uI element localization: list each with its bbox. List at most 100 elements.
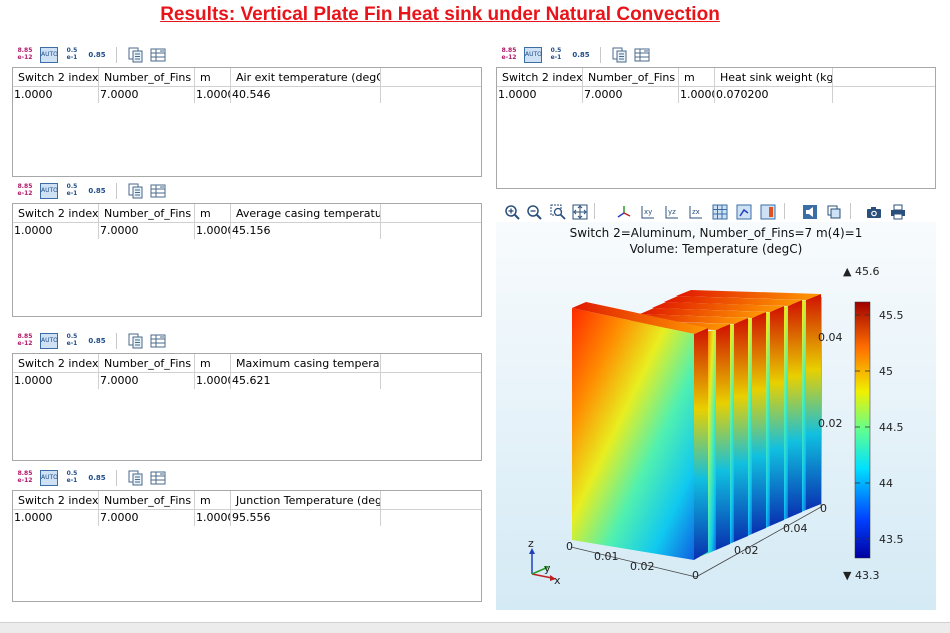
format-button[interactable]: 8.85 e-12 <box>16 47 34 63</box>
table-cell[interactable]: 7.0000 <box>99 373 195 389</box>
engineering-format-button[interactable]: 0.5 e-1 <box>64 47 80 63</box>
column-header[interactable]: Switch 2 index <box>13 204 99 223</box>
column-header[interactable]: Air exit temperature (degC) <box>231 68 381 87</box>
table-options-icon[interactable] <box>150 47 166 63</box>
format-button[interactable]: 8.85 e-12 <box>500 47 518 63</box>
table-options-icon[interactable] <box>150 183 166 199</box>
column-header[interactable]: Number_of_Fins <box>99 491 195 510</box>
zoom-box-icon[interactable] <box>550 204 566 220</box>
table-row[interactable]: 1.0000 7.0000 1.0000 95.556 <box>13 510 481 526</box>
table-cell[interactable]: 7.0000 <box>583 87 679 103</box>
print-icon[interactable] <box>890 204 906 220</box>
column-header[interactable]: Switch 2 index <box>13 68 99 87</box>
yz-view-icon[interactable]: yz <box>664 204 680 220</box>
engineering-format-button[interactable]: 0.5 e-1 <box>64 183 80 199</box>
column-header[interactable]: Number_of_Fins <box>99 68 195 87</box>
table-options-icon[interactable] <box>150 333 166 349</box>
table-cell[interactable]: 1.0000 <box>497 87 583 103</box>
engineering-format-button[interactable]: 0.5 e-1 <box>64 470 80 486</box>
format-button[interactable]: 8.85 e-12 <box>16 333 34 349</box>
table-cell[interactable]: 45.621 <box>231 373 381 389</box>
column-header[interactable]: Switch 2 index <box>497 68 583 87</box>
table-row[interactable]: 1.0000 7.0000 1.0000 45.621 <box>13 373 481 389</box>
auto-format-button[interactable]: AUTO <box>40 333 58 349</box>
table-cell[interactable]: 1.0000 <box>13 510 99 526</box>
svg-text:yz: yz <box>668 208 676 216</box>
table-cell[interactable]: 45.156 <box>231 223 381 239</box>
zoom-extents-icon[interactable] <box>572 204 588 220</box>
table-cell[interactable]: 7.0000 <box>99 87 195 103</box>
default-view-icon[interactable] <box>616 204 632 220</box>
format-button[interactable]: 8.85 e-12 <box>16 183 34 199</box>
camera-icon[interactable] <box>866 204 882 220</box>
table-cell-filler <box>833 87 935 103</box>
precision-button[interactable]: 0.85 <box>88 183 106 199</box>
precision-button[interactable]: 0.85 <box>88 47 106 63</box>
scene-light-icon[interactable] <box>802 204 818 220</box>
table-row[interactable]: 1.0000 7.0000 1.0000 45.156 <box>13 223 481 239</box>
results-table[interactable]: Switch 2 index Number_of_Fins m Heat sink w… <box>496 67 936 189</box>
precision-button[interactable]: 0.85 <box>88 470 106 486</box>
column-header[interactable]: Number_of_Fins <box>99 204 195 223</box>
table-options-icon[interactable] <box>634 47 650 63</box>
colorbar-tick-2: 45 <box>879 365 893 378</box>
table-cell[interactable]: 1.0000 <box>13 87 99 103</box>
table-cell[interactable]: 0.070200 <box>715 87 833 103</box>
results-table[interactable]: Switch 2 index Number_of_Fins m Average cas… <box>12 203 482 317</box>
table-cell[interactable]: 1.0000 <box>195 223 231 239</box>
auto-format-button[interactable]: AUTO <box>40 183 58 199</box>
table-cell[interactable]: 1.0000 <box>13 373 99 389</box>
table-row[interactable]: 1.0000 7.0000 1.0000 0.070200 <box>497 87 935 103</box>
results-table[interactable]: Switch 2 index Number_of_Fins m Junction Te… <box>12 490 482 602</box>
table-cell[interactable]: 7.0000 <box>99 223 195 239</box>
zx-view-icon[interactable]: zx <box>688 204 704 220</box>
auto-format-button[interactable]: AUTO <box>524 47 542 63</box>
table-cell[interactable]: 40.546 <box>231 87 381 103</box>
column-header[interactable]: Switch 2 index <box>13 491 99 510</box>
table-cell[interactable]: 1.0000 <box>679 87 715 103</box>
transparency-icon[interactable] <box>826 204 842 220</box>
engineering-format-button[interactable]: 0.5 e-1 <box>548 47 564 63</box>
engineering-format-button[interactable]: 0.5 e-1 <box>64 333 80 349</box>
table-options-icon[interactable] <box>150 470 166 486</box>
legend-toggle-icon[interactable] <box>760 204 776 220</box>
auto-format-button[interactable]: AUTO <box>40 470 58 486</box>
table-row[interactable]: 1.0000 7.0000 1.0000 40.546 <box>13 87 481 103</box>
precision-button[interactable]: 0.85 <box>88 333 106 349</box>
copy-table-icon[interactable] <box>128 47 144 63</box>
grid-toggle-icon[interactable] <box>712 204 728 220</box>
table-cell[interactable]: 1.0000 <box>195 510 231 526</box>
column-header[interactable]: Number_of_Fins <box>99 354 195 373</box>
copy-table-icon[interactable] <box>612 47 628 63</box>
column-header[interactable]: Switch 2 index <box>13 354 99 373</box>
column-header[interactable]: Heat sink weight (kg) <box>715 68 833 87</box>
table-cell[interactable]: 7.0000 <box>99 510 195 526</box>
column-header[interactable]: Junction Temperature (degC) <box>231 491 381 510</box>
precision-button[interactable]: 0.85 <box>572 47 590 63</box>
results-table[interactable]: Switch 2 index Number_of_Fins m Maximum cas… <box>12 353 482 461</box>
copy-table-icon[interactable] <box>128 470 144 486</box>
auto-format-button[interactable]: AUTO <box>40 47 58 63</box>
results-table[interactable]: Switch 2 index Number_of_Fins m Air exit te… <box>12 67 482 177</box>
column-header[interactable]: m <box>195 68 231 87</box>
copy-table-icon[interactable] <box>128 333 144 349</box>
zoom-in-icon[interactable] <box>504 204 520 220</box>
axis-toggle-icon[interactable] <box>736 204 752 220</box>
column-header[interactable]: m <box>679 68 715 87</box>
column-header[interactable]: m <box>195 491 231 510</box>
table-cell[interactable]: 95.556 <box>231 510 381 526</box>
svg-text:xy: xy <box>644 208 652 216</box>
column-header[interactable]: Average casing temperature (degC) <box>231 204 381 223</box>
copy-table-icon[interactable] <box>128 183 144 199</box>
graphics-window[interactable]: Switch 2=Aluminum, Number_of_Fins=7 m(4)… <box>496 222 936 610</box>
column-header[interactable]: Maximum casing temperature (degC) <box>231 354 381 373</box>
column-header[interactable]: Number_of_Fins <box>583 68 679 87</box>
column-header[interactable]: m <box>195 354 231 373</box>
zoom-out-icon[interactable] <box>526 204 542 220</box>
column-header[interactable]: m <box>195 204 231 223</box>
table-cell[interactable]: 1.0000 <box>195 87 231 103</box>
table-cell[interactable]: 1.0000 <box>195 373 231 389</box>
format-button[interactable]: 8.85 e-12 <box>16 470 34 486</box>
table-cell[interactable]: 1.0000 <box>13 223 99 239</box>
xy-view-icon[interactable]: xy <box>640 204 656 220</box>
